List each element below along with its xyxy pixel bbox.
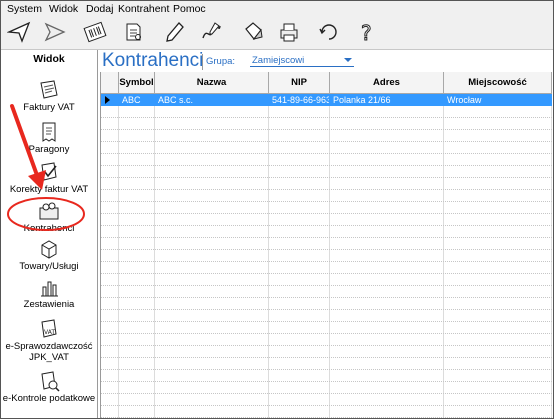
empty-table-row [101, 154, 552, 166]
sidebar-item-zestawienia[interactable]: Zestawienia [1, 276, 97, 310]
cell-miejscowosc: Wrocław [447, 95, 482, 105]
goods-icon [41, 240, 57, 259]
page-title: Kontrahenci [102, 50, 204, 71]
empty-table-row [101, 214, 552, 226]
sidebar-item-label: e-Kontrole podatkowe [2, 393, 96, 404]
title-separator [202, 54, 203, 70]
empty-table-row [101, 166, 552, 178]
grupa-select[interactable]: Zamiejscowi [250, 54, 354, 67]
contractors-table: Symbol Nazwa NIP Adres Miejscowość ABC A… [100, 72, 552, 418]
report-icon [41, 281, 58, 297]
empty-table-row [101, 310, 552, 322]
empty-table-row [101, 118, 552, 130]
svg-text:VAT: VAT [44, 329, 55, 336]
sidebar-item-label: Towary/Usługi [19, 261, 79, 272]
svg-text:?: ? [361, 21, 372, 44]
column-header-symbol[interactable]: Symbol [119, 72, 155, 94]
sidebar-item-label: Paragony [28, 144, 70, 155]
menu-bar: System Widok Dodaj Kontrahent Pomoc [1, 1, 553, 17]
column-header-nazwa[interactable]: Nazwa [155, 72, 269, 94]
cell-nazwa: ABC s.c. [158, 95, 194, 105]
grupa-value: Zamiejscowi [252, 55, 305, 66]
menu-dodaj[interactable]: Dodaj [86, 3, 113, 15]
send-icon[interactable] [7, 20, 31, 44]
menu-widok[interactable]: Widok [49, 3, 78, 15]
cell-nip: 541-89-66-963 [272, 95, 329, 105]
empty-table-row [101, 370, 552, 382]
grupa-label: Grupa: [206, 56, 236, 67]
sidebar-item-towary[interactable]: Towary/Usługi [1, 238, 97, 272]
chevron-down-icon[interactable] [344, 58, 352, 62]
menu-pomoc[interactable]: Pomoc [173, 3, 206, 15]
empty-table-row [101, 262, 552, 274]
empty-table-row [101, 178, 552, 190]
sidebar-item-label: e-Sprawozdawczość JPK_VAT [5, 341, 93, 363]
empty-table-row [101, 250, 552, 262]
barcode-icon[interactable] [83, 20, 107, 44]
empty-table-row [101, 286, 552, 298]
row-indicator-header [101, 72, 119, 94]
empty-table-row [101, 394, 552, 406]
toolbar: ? [1, 17, 553, 50]
printer-icon[interactable] [277, 20, 301, 44]
sidebar-item-jpk[interactable]: VAT e-Sprawozdawczość JPK_VAT [1, 318, 97, 363]
sidebar-title: Widok [33, 53, 65, 65]
main-panel: Kontrahenci Grupa: Zamiejscowi Symbol Na… [98, 50, 553, 418]
refresh-icon[interactable] [317, 20, 341, 44]
menu-system[interactable]: System [7, 3, 42, 15]
sidebar-item-label: Kontrahenci [23, 223, 75, 234]
sidebar-item-korekty[interactable]: Korekty faktur VAT [1, 161, 97, 195]
empty-table-row [101, 142, 552, 154]
column-header-adres[interactable]: Adres [330, 72, 444, 94]
sidebar-item-e-kontrole[interactable]: e-Kontrole podatkowe [1, 370, 97, 404]
cell-symbol: ABC [122, 95, 141, 105]
empty-table-row [101, 226, 552, 238]
empty-table-row [101, 130, 552, 142]
empty-table-row [101, 358, 552, 370]
help-icon[interactable]: ? [355, 20, 379, 45]
empty-table-row [101, 202, 552, 214]
attach-icon[interactable] [121, 20, 145, 44]
sidebar-item-paragony[interactable]: Paragony [1, 121, 97, 155]
empty-table-row [101, 106, 552, 118]
contractors-icon [39, 202, 59, 220]
sidebar-item-faktury-vat[interactable]: Faktury VAT [1, 79, 97, 113]
app-window: System Widok Dodaj Kontrahent Pomoc ? Wi… [0, 0, 554, 419]
sidebar-item-label: Faktury VAT [23, 102, 75, 113]
sidebar-item-label: Korekty faktur VAT [9, 184, 89, 195]
menu-kontrahent[interactable]: Kontrahent [118, 3, 169, 15]
sidebar-item-label: Zestawienia [23, 299, 75, 310]
empty-table-row [101, 346, 552, 358]
empty-table-row [101, 298, 552, 310]
bucket-icon[interactable] [241, 20, 265, 44]
empty-table-row [101, 190, 552, 202]
receipt-icon [42, 122, 56, 142]
column-header-nip[interactable]: NIP [269, 72, 330, 94]
empty-table-row [101, 334, 552, 346]
pen-icon[interactable] [163, 20, 187, 44]
sign-icon[interactable] [199, 20, 223, 44]
empty-table-row [101, 406, 552, 418]
row-pointer-icon [105, 96, 110, 104]
sidebar: Widok Faktury VAT Paragony Korekty faktu… [1, 50, 98, 418]
sidebar-item-kontrahenci[interactable]: Kontrahenci [1, 200, 97, 234]
correction-icon [41, 162, 57, 181]
jpk-icon: VAT [41, 319, 57, 338]
empty-table-row [101, 274, 552, 286]
column-header-miejscowosc[interactable]: Miejscowość [444, 72, 552, 94]
tax-control-icon [41, 371, 60, 392]
invoice-icon [40, 80, 58, 99]
empty-table-row [101, 322, 552, 334]
table-row[interactable]: ABC ABC s.c. 541-89-66-963 Polanka 21/66… [101, 94, 552, 106]
empty-table-row [101, 238, 552, 250]
cell-adres: Polanka 21/66 [333, 95, 391, 105]
forward-icon[interactable] [43, 20, 67, 44]
empty-table-row [101, 382, 552, 394]
